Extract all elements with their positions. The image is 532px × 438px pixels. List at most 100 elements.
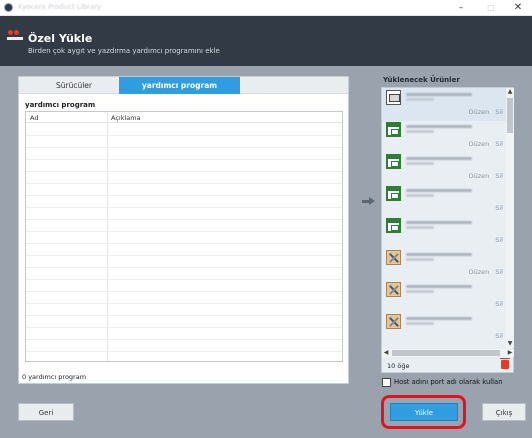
horizontal-scrollbar[interactable]: ◀ ▶ [382, 349, 514, 357]
edit-link[interactable]: Düzen [469, 172, 490, 180]
obscured-product-name [406, 285, 472, 288]
table-row [26, 351, 342, 352]
table-row [26, 207, 342, 208]
page-title: Özel Yükle [28, 32, 93, 45]
list-item[interactable]: Sil [382, 216, 506, 249]
tools-icon [386, 282, 401, 297]
obscured-product-name [406, 317, 472, 320]
trash-icon[interactable] [500, 358, 510, 369]
obscured-product-name [406, 322, 434, 325]
item-actions: Düzen Sil [463, 268, 503, 276]
window-title: Kyocera Product Library [18, 3, 102, 11]
obscured-product-name [406, 130, 434, 133]
list-item[interactable]: Düzen Sil [382, 152, 506, 185]
item-actions: Sil [489, 332, 503, 340]
close-button[interactable]: ✕ [503, 0, 532, 16]
obscured-product-name [406, 194, 434, 197]
install-icon [7, 30, 23, 44]
column-header-name[interactable]: Ad [30, 114, 38, 122]
delete-link[interactable]: Sil [495, 204, 503, 212]
products-to-install-panel: Düzen Sil Düzen Sil Düzen Sil Sil Sil Düzen Sil Si… [381, 87, 514, 373]
exit-button[interactable]: Çıkış [482, 403, 526, 421]
tab-drivers[interactable]: Sürücüler [29, 77, 119, 94]
host-name-checkbox[interactable] [382, 378, 391, 387]
scroll-left-icon[interactable]: ◀ [382, 349, 390, 357]
utility-count: 0 yardımcı program [22, 373, 87, 381]
install-button-highlight [381, 395, 466, 429]
window-icon [386, 218, 401, 233]
vertical-scrollbar[interactable]: ▲ ▼ [506, 88, 514, 348]
item-actions: Sil [489, 204, 503, 212]
table-header: Ad Açıklama [26, 112, 342, 123]
list-item[interactable]: Düzen Sil [382, 88, 506, 121]
obscured-product-name [406, 125, 472, 128]
column-header-description[interactable]: Açıklama [111, 114, 141, 122]
edit-link[interactable]: Düzen [469, 268, 490, 276]
table-row [26, 243, 342, 244]
back-button[interactable]: Geri [18, 403, 74, 421]
table-row [26, 303, 342, 304]
app-icon [4, 3, 13, 12]
tools-icon [386, 250, 401, 265]
minimize-button[interactable]: – [446, 0, 476, 16]
section-title: yardımcı program [25, 101, 96, 109]
scroll-down-icon[interactable]: ▼ [506, 340, 514, 348]
table-row [26, 291, 342, 292]
item-count: 10 öğe [387, 362, 410, 370]
utilities-table[interactable]: Ad Açıklama [25, 111, 343, 362]
tab-utilities[interactable]: yardımcı program [119, 77, 240, 94]
table-row [26, 327, 342, 328]
arrow-right-icon [362, 197, 375, 206]
edit-link[interactable]: Düzen [469, 140, 490, 148]
maximize-button[interactable]: □ [476, 0, 506, 16]
obscured-product-name [406, 290, 434, 293]
window-icon [386, 186, 401, 201]
scroll-thumb[interactable] [507, 98, 513, 133]
list-item[interactable]: Düzen Sil [382, 120, 506, 153]
host-name-label[interactable]: Host adını port adı olarak kullan [394, 378, 503, 386]
table-row [26, 267, 342, 268]
obscured-product-name [406, 226, 434, 229]
scroll-right-icon[interactable]: ▶ [506, 349, 514, 357]
table-row [26, 315, 342, 316]
table-row [26, 339, 342, 340]
window-icon [386, 154, 401, 169]
delete-link[interactable]: Sil [495, 332, 503, 340]
delete-link[interactable]: Sil [495, 108, 503, 116]
obscured-product-name [406, 162, 434, 165]
table-row [26, 195, 342, 196]
delete-link[interactable]: Sil [495, 140, 503, 148]
obscured-product-name [406, 189, 472, 192]
list-item[interactable]: Sil [382, 184, 506, 217]
delete-link[interactable]: Sil [495, 172, 503, 180]
products-to-install-title: Yüklenecek Ürünler [383, 76, 460, 84]
window-icon [386, 122, 401, 137]
title-bar: Kyocera Product Library – □ ✕ [0, 0, 532, 16]
scroll-up-icon[interactable]: ▲ [506, 88, 514, 96]
delete-link[interactable]: Sil [495, 236, 503, 244]
item-actions: Sil [489, 236, 503, 244]
table-row [26, 279, 342, 280]
table-row [26, 255, 342, 256]
edit-link[interactable]: Düzen [469, 108, 490, 116]
list-item[interactable]: Sil [382, 280, 506, 313]
obscured-product-name [406, 221, 472, 224]
table-row [26, 219, 342, 220]
list-item[interactable]: Sil [382, 312, 506, 345]
table-row [26, 135, 342, 136]
obscured-product-name [406, 98, 434, 101]
products-list: Düzen Sil Düzen Sil Düzen Sil Sil Sil Düzen Sil Si… [382, 88, 506, 348]
table-row [26, 183, 342, 184]
item-actions: Düzen Sil [463, 172, 503, 180]
obscured-product-name [406, 93, 472, 96]
list-item[interactable]: Düzen Sil [382, 248, 506, 281]
delete-link[interactable]: Sil [495, 268, 503, 276]
page-header: Özel Yükle Birden çok aygıt ve yazdırma … [0, 16, 532, 66]
table-row [26, 231, 342, 232]
available-products-panel: Sürücüler yardımcı program yardımcı prog… [18, 76, 349, 384]
column-divider [107, 112, 108, 361]
delete-link[interactable]: Sil [495, 300, 503, 308]
hscroll-thumb[interactable] [392, 350, 500, 356]
item-actions: Sil [489, 300, 503, 308]
table-row [26, 147, 342, 148]
